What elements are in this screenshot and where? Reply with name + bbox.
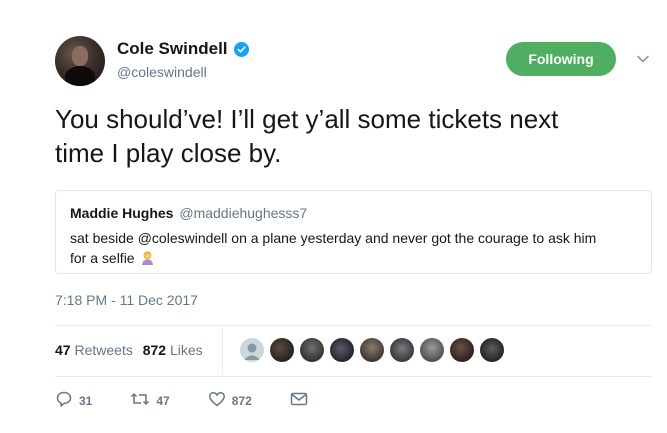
liker-avatar[interactable] [450, 338, 474, 362]
author-display-name: Cole Swindell [117, 39, 228, 58]
direct-message-button[interactable] [290, 391, 308, 410]
retweet-icon [130, 390, 150, 411]
profile-avatar[interactable] [55, 36, 105, 86]
following-button[interactable]: Following [506, 42, 616, 76]
divider-top [55, 325, 652, 326]
divider-bottom [55, 376, 652, 377]
quoted-author-name: Maddie Hughes [70, 205, 174, 221]
chevron-down-icon[interactable] [636, 52, 650, 66]
quoted-text-line-2: for a selfie [70, 250, 135, 266]
tweet-text: You should’ve! I’ll get y’all some ticke… [55, 102, 655, 170]
likes-count: 872 [142, 342, 167, 358]
retweet-count: 47 [156, 393, 170, 408]
verified-badge-icon [233, 41, 249, 57]
stats-separator [222, 328, 223, 374]
liker-avatar[interactable] [360, 338, 384, 362]
liker-avatars [240, 338, 504, 362]
quoted-text-line-1: sat beside @coleswindell on a plane yest… [70, 230, 597, 246]
quoted-tweet-text: sat beside @coleswindell on a plane yest… [70, 228, 645, 268]
liker-avatar[interactable] [480, 338, 504, 362]
liker-avatar[interactable] [270, 338, 294, 362]
liker-avatar[interactable] [300, 338, 324, 362]
heart-icon [208, 390, 226, 411]
author-name[interactable]: Cole Swindell [117, 39, 249, 59]
tweet-timestamp[interactable]: 7:18 PM - 11 Dec 2017 [55, 292, 198, 308]
action-bar: 31 47 872 [55, 390, 346, 411]
likes-label: Likes [169, 342, 203, 358]
retweets-count: 47 [55, 342, 71, 358]
retweet-button[interactable]: 47 [130, 390, 170, 411]
liker-avatar-default[interactable] [240, 338, 264, 362]
envelope-icon [290, 391, 308, 410]
quoted-text-line-2-wrap: for a selfie [70, 248, 645, 268]
author-handle[interactable]: @coleswindell [117, 64, 207, 80]
quoted-tweet-header: Maddie Hughes @maddiehughesss7 [70, 205, 307, 221]
likes-stat[interactable]: 872 Likes [143, 342, 203, 358]
quoted-tweet[interactable]: Maddie Hughes @maddiehughesss7 sat besid… [55, 190, 652, 274]
reply-icon [55, 390, 73, 411]
like-count: 872 [231, 393, 252, 408]
tweet-text-line-2: time I play close by. [55, 138, 282, 168]
like-button[interactable]: 872 [208, 390, 252, 411]
woman-facepalming-icon [140, 250, 155, 265]
reply-count: 31 [79, 393, 93, 408]
engagement-stats: 47 Retweets 872 Likes [55, 342, 203, 358]
liker-avatar[interactable] [420, 338, 444, 362]
tweet-text-line-1: You should’ve! I’ll get y’all some ticke… [55, 104, 559, 134]
liker-avatar[interactable] [330, 338, 354, 362]
reply-button[interactable]: 31 [55, 390, 92, 411]
liker-avatar[interactable] [390, 338, 414, 362]
retweets-label: Retweets [74, 342, 133, 358]
quoted-author-handle: @maddiehughesss7 [179, 205, 308, 221]
retweets-stat[interactable]: 47 Retweets [55, 342, 137, 358]
